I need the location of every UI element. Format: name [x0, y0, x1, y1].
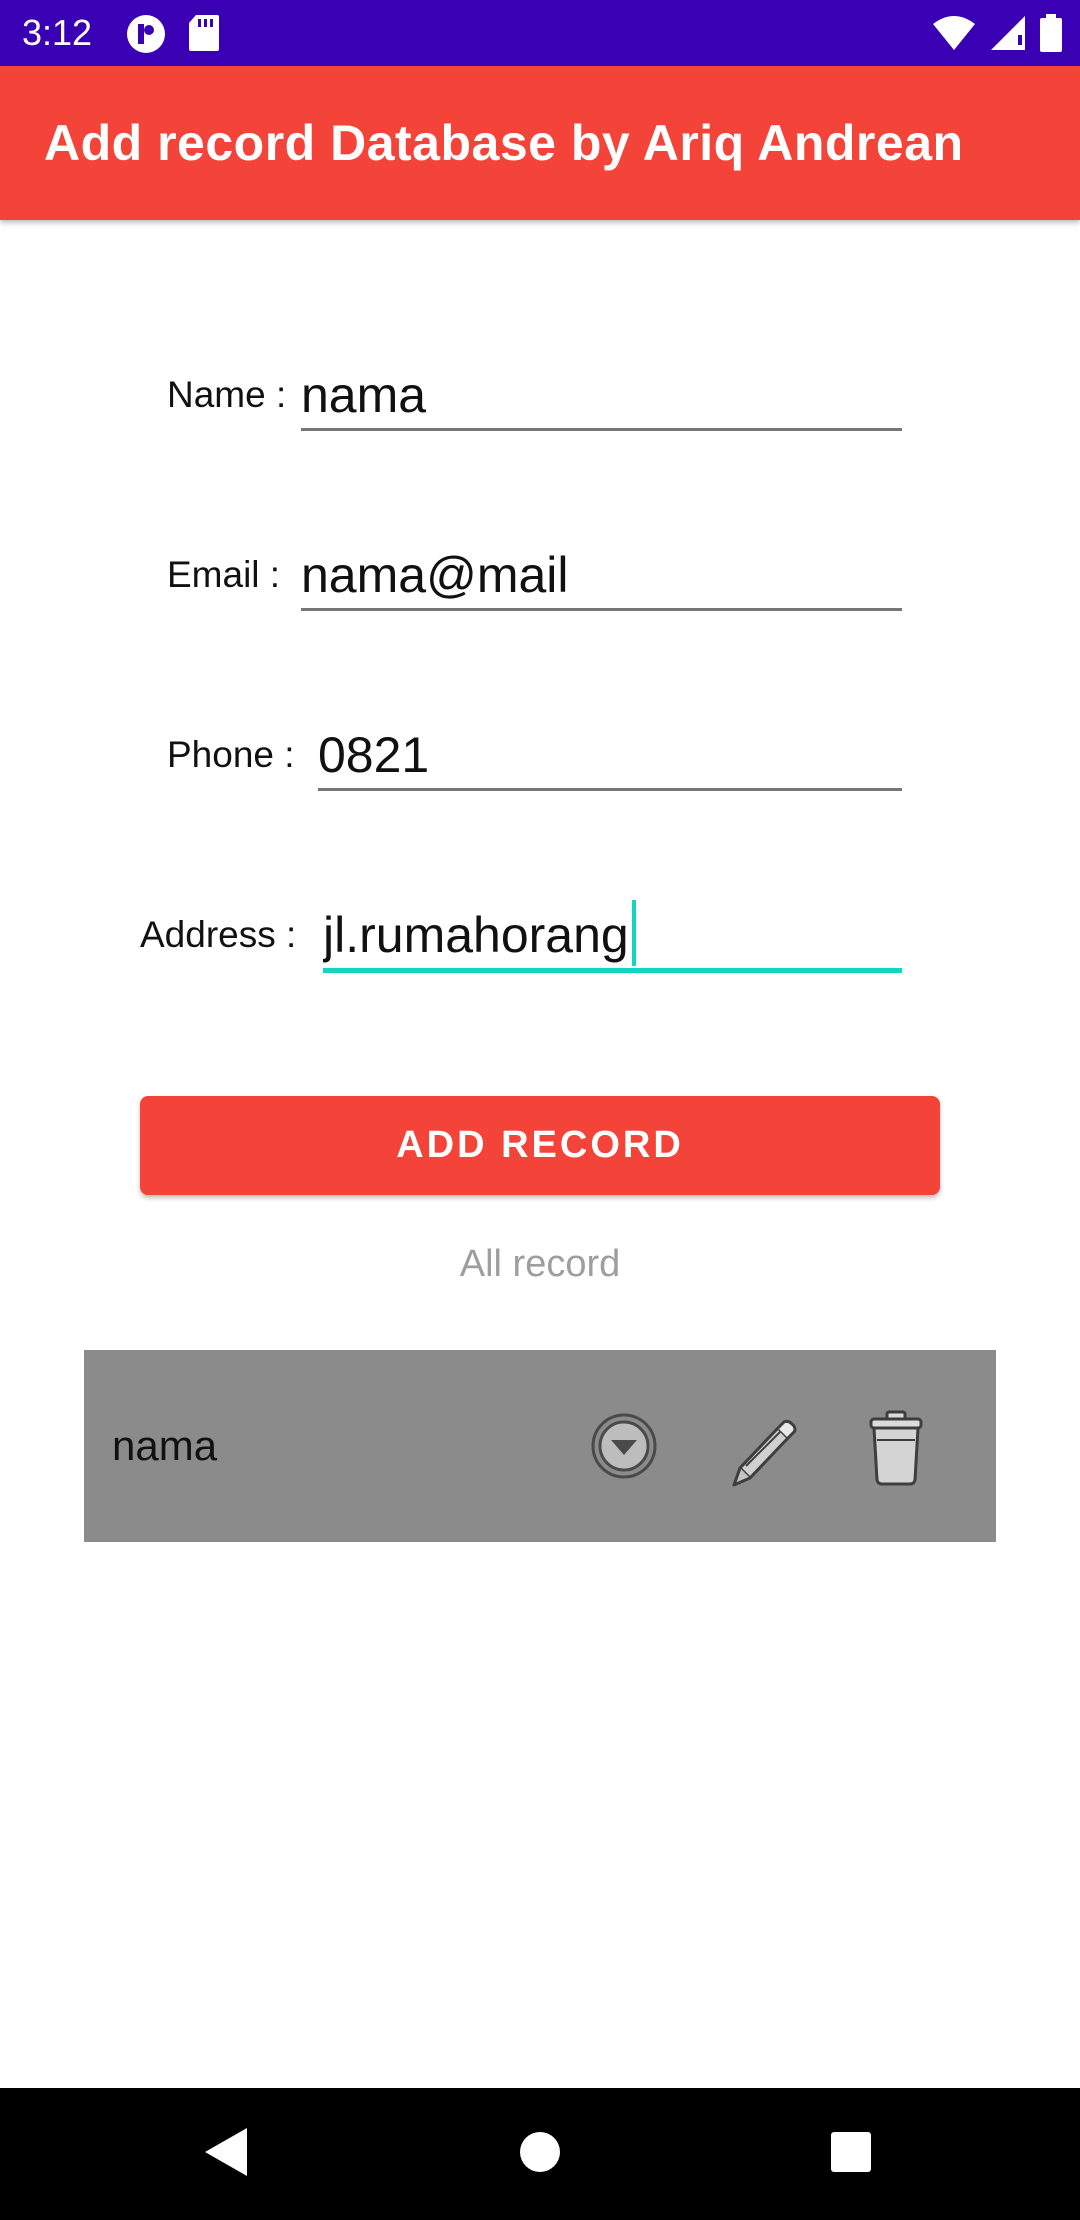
text-cursor — [632, 900, 636, 966]
email-field[interactable] — [301, 542, 902, 611]
sd-card-icon — [188, 14, 220, 59]
address-field[interactable] — [323, 902, 902, 973]
recents-icon[interactable] — [830, 2126, 872, 2183]
email-label: Email : — [167, 554, 281, 595]
phone-label: Phone : — [167, 734, 295, 775]
list-item: nama — [84, 1350, 996, 1542]
status-time: 3:12 — [22, 12, 93, 53]
trash-icon[interactable] — [866, 1410, 926, 1486]
address-label: Address : — [140, 914, 297, 955]
page-title: Add record Database by Ariq Andrean — [44, 115, 964, 171]
home-icon[interactable] — [519, 2126, 561, 2183]
cell-signal-icon — [990, 15, 1026, 56]
record-name: nama — [112, 1422, 218, 1469]
battery-icon — [1040, 14, 1062, 57]
wifi-icon — [932, 15, 976, 56]
records-heading: All record — [459, 1243, 621, 1285]
app-bar: Add record Database by Ariq Andrean — [0, 66, 1080, 220]
add-record-button[interactable]: ADD RECORD — [140, 1096, 940, 1195]
pencil-icon[interactable] — [722, 1410, 802, 1487]
navigation-bar — [0, 2088, 1080, 2220]
name-field[interactable] — [301, 362, 902, 431]
status-bar: 3:12 — [0, 0, 1080, 66]
phone-field[interactable] — [318, 722, 902, 791]
back-icon[interactable] — [203, 2126, 249, 2183]
notification-app-icon — [126, 14, 166, 59]
expand-circle-icon[interactable] — [588, 1410, 660, 1482]
name-label: Name : — [167, 374, 287, 415]
